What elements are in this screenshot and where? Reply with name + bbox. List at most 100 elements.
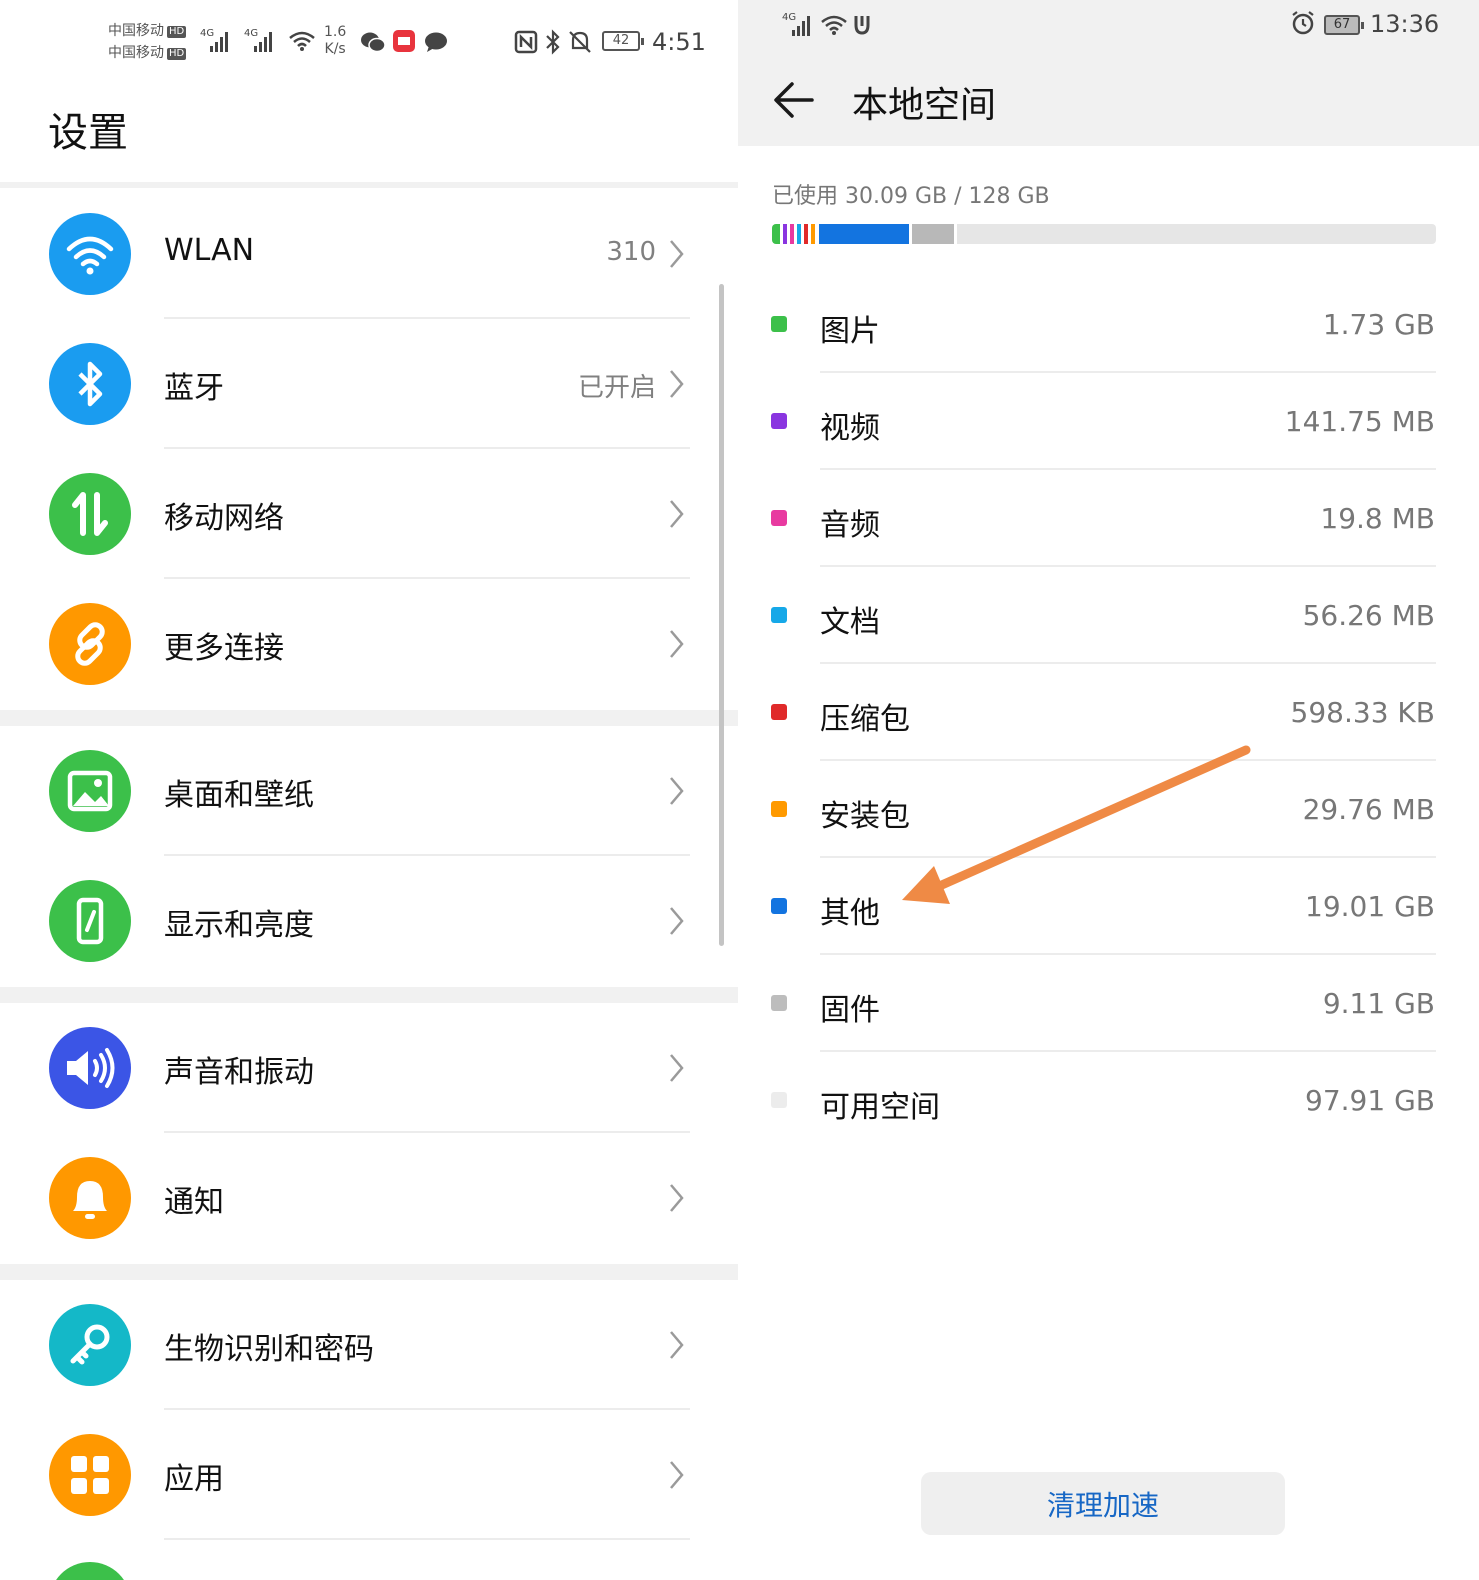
carrier-1: 中国移动 HD bbox=[108, 23, 187, 39]
bar-segment-installers bbox=[811, 224, 815, 244]
network-speed: 1.6 K/s bbox=[324, 24, 347, 57]
storage-category-firmware[interactable]: 固件 9.11 GB bbox=[738, 987, 1479, 1092]
chevron-right-icon bbox=[670, 907, 684, 935]
category-name: 安装包 bbox=[820, 799, 910, 834]
category-size: 19.01 GB bbox=[1305, 890, 1435, 923]
settings-item-label: 显示和亮度 bbox=[164, 908, 314, 943]
bar-segment-documents bbox=[797, 224, 801, 244]
back-arrow-icon[interactable] bbox=[772, 78, 816, 122]
storage-category-audio[interactable]: 音频 19.8 MB bbox=[738, 502, 1479, 607]
header: 4G 67 13:36 本地空间 bbox=[738, 0, 1479, 146]
settings-screen: 中国移动 HD 中国移动 HD 4G 4G 1.6 K/s 42 4:51 设置… bbox=[0, 0, 738, 1580]
storage-category-free-space: 可用空间 97.91 GB bbox=[738, 1084, 1479, 1189]
category-size: 19.8 MB bbox=[1320, 502, 1435, 535]
bar-segment-archives bbox=[804, 224, 808, 244]
storage-category-videos[interactable]: 视频 141.75 MB bbox=[738, 405, 1479, 510]
storage-category-images[interactable]: 图片 1.73 GB bbox=[738, 308, 1479, 413]
bluetooth-icon bbox=[546, 29, 560, 55]
settings-item-home-wallpaper[interactable]: 桌面和壁纸 bbox=[0, 726, 700, 856]
category-name: 视频 bbox=[820, 411, 880, 446]
color-swatch bbox=[771, 607, 787, 623]
wechat-icon bbox=[361, 32, 386, 53]
storage-category-documents[interactable]: 文档 56.26 MB bbox=[738, 599, 1479, 704]
bar-segment-videos bbox=[783, 224, 787, 244]
category-name: 图片 bbox=[820, 314, 880, 349]
category-name: 可用空间 bbox=[820, 1090, 940, 1125]
color-swatch bbox=[771, 413, 787, 429]
settings-item-biometrics-password[interactable]: 生物识别和密码 bbox=[0, 1280, 700, 1410]
color-swatch bbox=[771, 995, 787, 1011]
chevron-right-icon bbox=[670, 240, 684, 268]
settings-item-more-connections[interactable]: 更多连接 bbox=[0, 579, 700, 709]
message-icon bbox=[425, 32, 447, 52]
settings-item-label: 生物识别和密码 bbox=[164, 1332, 374, 1367]
page-title: 设置 bbox=[48, 110, 128, 156]
bar-segment-images bbox=[772, 224, 780, 244]
group-divider bbox=[0, 987, 738, 1003]
settings-item-label: 应用 bbox=[164, 1462, 224, 1497]
bell-icon bbox=[49, 1157, 131, 1239]
group-divider bbox=[0, 710, 738, 726]
chevron-right-icon bbox=[670, 777, 684, 805]
settings-item-wlan[interactable]: WLAN 310 bbox=[0, 189, 700, 319]
settings-item-label: 移动网络 bbox=[164, 501, 284, 536]
carrier-2: 中国移动 HD bbox=[108, 45, 187, 61]
settings-item-label: 桌面和壁纸 bbox=[164, 778, 314, 813]
key-icon bbox=[49, 1304, 131, 1386]
color-swatch bbox=[771, 704, 787, 720]
scrollbar[interactable] bbox=[719, 284, 724, 946]
settings-item-mobile-network[interactable]: 移动网络 bbox=[0, 449, 700, 579]
display-icon bbox=[49, 880, 131, 962]
page-title: 本地空间 bbox=[852, 85, 997, 126]
category-size: 29.76 MB bbox=[1302, 793, 1435, 826]
storage-used-summary: 已使用 30.09 GB / 128 GB bbox=[772, 184, 1050, 209]
chevron-right-icon bbox=[670, 370, 684, 398]
category-name: 其他 bbox=[820, 896, 880, 931]
settings-item-display-brightness[interactable]: 显示和亮度 bbox=[0, 856, 700, 986]
settings-item-value: 310 bbox=[606, 237, 656, 267]
app-icon bbox=[393, 30, 415, 52]
color-swatch bbox=[771, 801, 787, 817]
mobile-data-icon bbox=[49, 473, 131, 555]
annotation-arrow-icon bbox=[902, 745, 1251, 904]
category-size: 1.73 GB bbox=[1322, 308, 1435, 341]
bar-segment-other bbox=[819, 224, 909, 244]
chevron-right-icon bbox=[670, 1331, 684, 1359]
category-size: 141.75 MB bbox=[1284, 405, 1435, 438]
battery-indicator: 67 bbox=[1324, 15, 1364, 35]
chevron-right-icon bbox=[670, 630, 684, 658]
settings-item-sound-vibration[interactable]: 声音和振动 bbox=[0, 1003, 700, 1133]
wifi-icon bbox=[821, 15, 847, 35]
settings-item-label: 声音和振动 bbox=[164, 1055, 314, 1090]
link-icon bbox=[49, 603, 131, 685]
settings-item-value: 已开启 bbox=[577, 373, 656, 403]
wifi-icon bbox=[289, 31, 315, 51]
category-size: 56.26 MB bbox=[1302, 599, 1435, 632]
nfc-icon bbox=[514, 30, 538, 54]
chevron-right-icon bbox=[670, 500, 684, 528]
storage-usage-bar bbox=[772, 224, 1436, 244]
settings-item-notifications[interactable]: 通知 bbox=[0, 1133, 700, 1263]
wifi-icon bbox=[49, 213, 131, 295]
settings-item-apps[interactable]: 应用 bbox=[0, 1410, 700, 1540]
settings-item-label: 蓝牙 bbox=[164, 371, 224, 406]
clock: 13:36 bbox=[1370, 10, 1440, 38]
category-size: 598.33 KB bbox=[1290, 696, 1435, 729]
bar-segment-free bbox=[957, 224, 1436, 244]
usb-icon bbox=[854, 16, 870, 35]
chevron-right-icon bbox=[670, 1054, 684, 1082]
color-swatch bbox=[771, 316, 787, 332]
category-name: 固件 bbox=[820, 993, 880, 1028]
mute-icon bbox=[569, 31, 591, 53]
group-divider bbox=[0, 1264, 738, 1280]
color-swatch bbox=[771, 898, 787, 914]
clean-up-button[interactable]: 清理加速 bbox=[921, 1472, 1285, 1535]
wallpaper-icon bbox=[49, 750, 131, 832]
settings-item-label: 更多连接 bbox=[164, 631, 284, 666]
apps-icon bbox=[49, 1434, 131, 1516]
settings-item-label: 通知 bbox=[164, 1185, 224, 1220]
sound-icon bbox=[49, 1027, 131, 1109]
bluetooth-icon bbox=[49, 343, 131, 425]
group-divider bbox=[0, 182, 738, 188]
settings-item-bluetooth[interactable]: 蓝牙 已开启 bbox=[0, 319, 700, 449]
